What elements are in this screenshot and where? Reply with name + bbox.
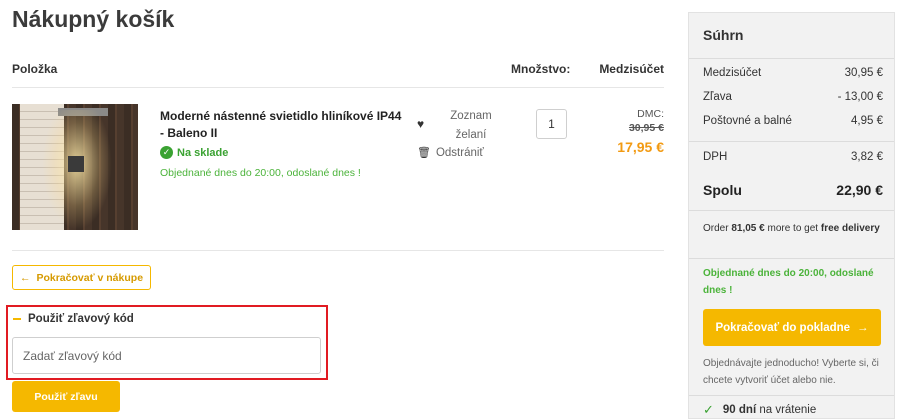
column-header-item: Položka [12,62,58,76]
item-divider [12,250,664,251]
page-title: Nákupný košík [12,6,175,32]
quantity-input[interactable] [536,109,567,139]
cart-table-header: Položka Množstvo: Medzisúčet [12,62,664,80]
summary-shipping-note: Objednané dnes do 20:00, odoslané dnes ! [703,268,874,296]
summary-label: Zľava [703,91,732,103]
discount-code-input[interactable] [12,337,321,374]
apply-discount-button[interactable]: Použiť zľavu [12,381,120,412]
returns-info: ✓ 90 dní na vrátenie [703,402,816,418]
minus-icon [13,318,21,320]
wishlist-label: Zoznam želaní [450,110,492,141]
discount-toggle[interactable]: Použiť zľavový kód [13,313,134,325]
cart-main: Nákupný košík Položka Množstvo: Medzisúč… [0,0,680,419]
trash-icon: 🗑︎ [417,147,431,159]
checkout-button[interactable]: Pokračovať do pokladne → [703,309,881,346]
stock-label: Na sklade [177,146,229,159]
total-value: 22,90 € [836,182,883,198]
summary-row-shipping: Poštovné a balné 4,95 € [703,115,883,127]
product-name-link[interactable]: Moderné nástenné svietidlo hliníkové IP4… [160,108,405,142]
total-label: Spolu [703,182,742,198]
remove-item-button[interactable]: 🗑︎ Odstrániť [417,146,484,160]
item-price: DMC: 30,95 € 17,95 € [574,107,664,156]
summary-divider [689,395,894,396]
summary-value: 30,95 € [844,67,883,79]
order-summary: Súhrn Medzisúčet 30,95 € Zľava - 13,00 €… [688,12,895,419]
summary-divider [689,58,894,59]
summary-label: Medzisúčet [703,67,762,79]
current-price: 17,95 € [617,139,664,155]
summary-value: 4,95 € [851,115,883,127]
returns-text: na vrátenie [759,404,817,416]
column-header-subtotal: Medzisúčet [599,62,664,76]
check-circle-icon: ✓ [160,146,173,159]
continue-shopping-button[interactable]: ← Pokračovať v nákupe [12,265,151,290]
summary-value: 3,82 € [851,151,883,163]
summary-label: DPH [703,151,728,163]
checkout-label: Pokračovať do pokladne [715,321,851,334]
checkout-hint: Objednávajte jednoducho! Vyberte si, či … [703,358,879,386]
column-header-quantity: Množstvo: [511,62,571,76]
summary-divider [689,258,894,259]
old-price: 30,95 € [628,122,664,134]
discount-title-label: Použiť zľavový kód [28,313,134,325]
summary-row-subtotal: Medzisúčet 30,95 € [703,67,883,79]
summary-label: Poštovné a balné [703,115,792,127]
heart-icon: ♥ [417,117,425,131]
header-divider [12,87,664,88]
check-icon: ✓ [703,402,714,417]
add-to-wishlist-button[interactable]: ♥ Zoznam želaní [417,107,497,143]
product-image[interactable] [12,104,138,230]
returns-days: 90 dní [722,404,757,416]
shipping-note: Objednané dnes do 20:00, odoslané dnes ! [160,167,361,179]
arrow-right-icon: → [857,321,869,334]
arrow-left-icon: ← [19,271,31,284]
summary-value: - 13,00 € [837,91,883,103]
free-delivery-note: Order 81,05 € more to get free delivery [703,223,880,234]
stock-status: ✓ Na sklade [160,145,228,160]
summary-divider [689,141,894,142]
summary-row-vat: DPH 3,82 € [703,151,883,163]
summary-total: Spolu 22,90 € [703,182,883,198]
remove-label: Odstrániť [435,146,484,159]
continue-shopping-label: Pokračovať v nákupe [36,271,144,284]
summary-row-discount: Zľava - 13,00 € [703,91,883,103]
summary-title: Súhrn [703,27,744,43]
dmc-label: DMC: [637,108,664,120]
summary-divider [689,210,894,211]
